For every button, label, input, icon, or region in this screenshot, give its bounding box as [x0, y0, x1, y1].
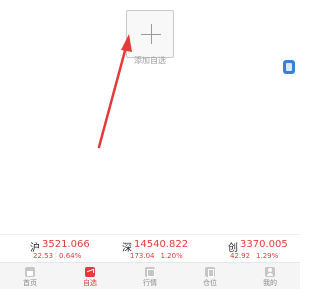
nav-item-label: 首页: [23, 279, 37, 287]
index-change-row: 22.53 0.64%: [33, 252, 81, 260]
index-change: 42.92: [230, 252, 251, 260]
nav-item-label: 我的: [263, 279, 277, 287]
index-ticker-bar: 沪 3521.066 22.53 0.64% 深 14540.822 173.04…: [0, 234, 300, 262]
nav-item-profile[interactable]: 我的: [240, 263, 300, 289]
plus-icon-vertical: [151, 24, 152, 44]
index-change: 22.53: [33, 252, 54, 260]
index-percent: 1.29%: [256, 252, 279, 260]
index-value: 3370.005: [240, 239, 288, 250]
nav-item-label: 自选: [83, 279, 97, 287]
home-icon: [25, 267, 35, 277]
nav-item-home[interactable]: 首页: [0, 263, 60, 289]
index-change: 173.04: [130, 252, 155, 260]
market-icon: [145, 267, 155, 277]
watchlist-page: 添加自选 沪 3521.066 22.53 0.64% 深 14540.822 1…: [0, 0, 300, 289]
nav-item-market[interactable]: 行情: [120, 263, 180, 289]
position-icon: [205, 267, 215, 277]
index-change-row: 42.92 1.29%: [230, 252, 278, 260]
bottom-nav: 首页 自选 行情 仓位 我的: [0, 262, 300, 289]
index-ticker-sh[interactable]: 沪 3521.066 22.53 0.64%: [0, 235, 100, 263]
index-percent: 0.64%: [59, 252, 82, 260]
index-value: 3521.066: [42, 239, 90, 250]
index-percent: 1.20%: [160, 252, 183, 260]
chart-icon: [85, 267, 95, 277]
index-value: 14540.822: [134, 239, 189, 250]
nav-item-position[interactable]: 仓位: [180, 263, 240, 289]
nav-item-label: 行情: [143, 279, 157, 287]
index-ticker-cy[interactable]: 创 3370.005 42.92 1.29%: [200, 235, 300, 263]
index-change-row: 173.04 1.20%: [130, 252, 183, 260]
profile-icon: [265, 267, 275, 277]
add-watchlist-button[interactable]: [126, 10, 174, 58]
nav-item-label: 仓位: [203, 279, 217, 287]
add-watchlist-label[interactable]: 添加自选: [112, 56, 188, 66]
floating-tab-inner: [286, 63, 292, 71]
nav-item-watchlist[interactable]: 自选: [60, 263, 120, 289]
floating-tab-icon[interactable]: [283, 60, 295, 74]
index-ticker-sz[interactable]: 深 14540.822 173.04 1.20%: [100, 235, 200, 263]
